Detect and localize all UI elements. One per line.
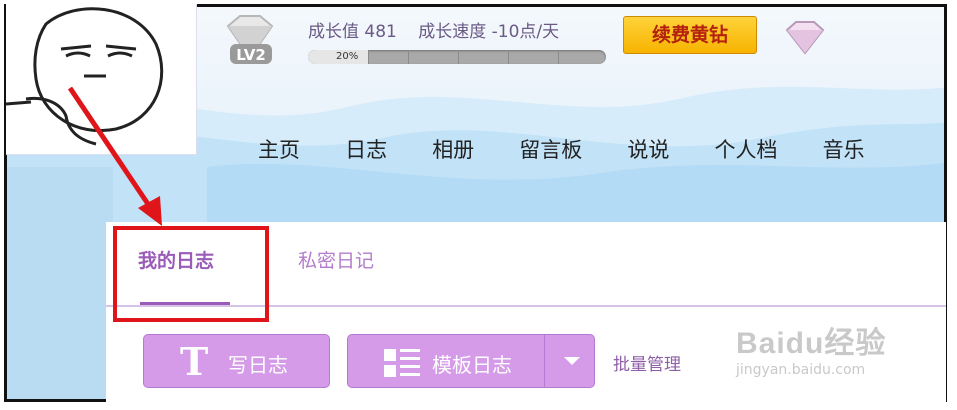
progress-segment [458, 50, 459, 64]
dropdown-separator [544, 335, 545, 387]
template-diary-label: 模板日志 [432, 353, 512, 377]
diamond-level-icon: LV2 [226, 15, 274, 64]
annotation-highlight-box [113, 226, 269, 322]
growth-progress-bar: 20% [308, 50, 606, 64]
progress-segment [508, 50, 509, 64]
main-navigation: 主页 日志 相册 留言板 说说 个人档 音乐 [258, 134, 905, 164]
tab-private-diary-label: 私密日记 [298, 250, 375, 272]
renew-yellow-diamond-button[interactable]: 续费黄钻 [623, 16, 757, 54]
write-diary-button[interactable]: T 写日志 [143, 334, 330, 388]
template-diary-button[interactable]: 模板日志 [347, 334, 595, 388]
growth-speed: 成长速度 -10点/天 [418, 22, 560, 42]
baidu-watermark: Baidu经验 jingyan.baidu.com [736, 318, 886, 378]
nav-item-album[interactable]: 相册 [432, 134, 474, 164]
watermark-logo: Baidu经验 [736, 327, 887, 360]
user-avatar[interactable] [5, 4, 197, 155]
nav-item-message-board[interactable]: 留言板 [519, 134, 582, 164]
batch-manage-link[interactable]: 批量管理 [613, 350, 681, 375]
nav-item-diary[interactable]: 日志 [345, 134, 387, 164]
chevron-down-icon[interactable] [564, 357, 580, 365]
nav-item-home[interactable]: 主页 [258, 134, 300, 164]
progress-label: 20% [336, 51, 359, 62]
progress-segment [558, 50, 559, 64]
watermark-url: jingyan.baidu.com [736, 362, 866, 378]
growth-info: 成长值 481 成长速度 -10点/天 [308, 17, 575, 42]
progress-segment [368, 50, 369, 64]
nav-item-shuoshuo[interactable]: 说说 [627, 134, 669, 164]
left-background-strip [7, 167, 113, 399]
diamond-icon[interactable] [783, 20, 827, 56]
progress-segment [408, 50, 409, 64]
svg-text:LV2: LV2 [236, 46, 266, 64]
nav-item-music[interactable]: 音乐 [823, 134, 865, 164]
growth-value: 成长值 481 [308, 22, 397, 42]
list-grid-icon [384, 349, 420, 377]
write-diary-label: 写日志 [228, 353, 288, 377]
avatar-face-icon [5, 7, 164, 146]
nav-item-profile[interactable]: 个人档 [714, 134, 777, 164]
tab-private-diary[interactable]: 私密日记 [298, 246, 374, 273]
text-t-icon: T [180, 339, 209, 384]
